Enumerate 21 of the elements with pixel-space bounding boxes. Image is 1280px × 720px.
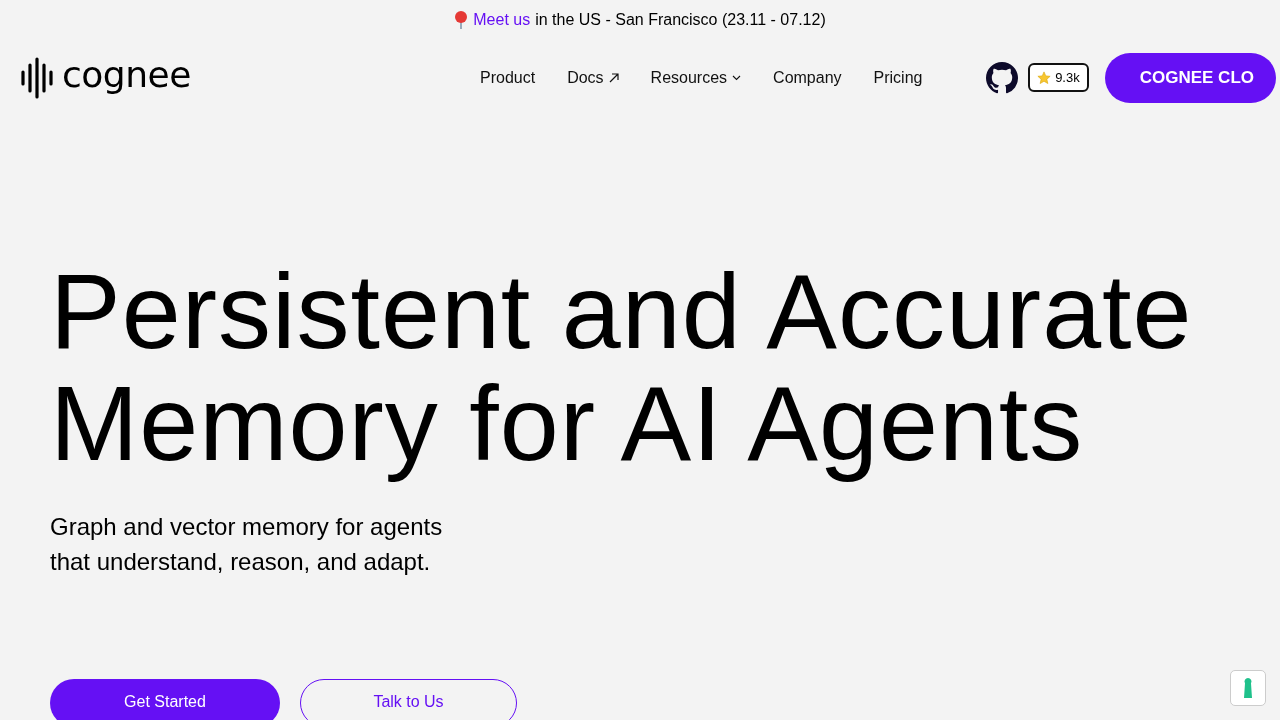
- nav-link[interactable]: Company: [773, 68, 842, 87]
- star-count: 9.3k: [1055, 70, 1080, 85]
- hero-heading: Persistent and Accurate: [50, 255, 1193, 367]
- get-started-button[interactable]: Get Started: [50, 679, 280, 720]
- logo-waveform-icon: [20, 56, 54, 99]
- meet-us-link[interactable]: Meet us: [473, 11, 531, 29]
- star-count-badge[interactable]: 9.3k: [1028, 63, 1089, 92]
- announcement-text: in the US - San Francisco (23.11 - 07.12): [535, 11, 826, 29]
- nav-link[interactable]: Docs: [567, 68, 619, 87]
- pin-icon: [454, 11, 469, 29]
- cognee-cloud-button[interactable]: COGNEE CLO: [1104, 52, 1276, 103]
- logo-wordmark: cognee: [62, 56, 191, 93]
- keyhole-icon: [1243, 678, 1253, 698]
- star-icon: [1037, 70, 1052, 85]
- github-icon[interactable]: [986, 61, 1019, 94]
- nav-link[interactable]: Product: [480, 68, 536, 87]
- chevron-down-icon: [732, 74, 742, 81]
- external-arrow-icon: [608, 72, 619, 83]
- nav-link[interactable]: Resources: [650, 68, 742, 87]
- nav-link[interactable]: Pricing: [873, 68, 923, 87]
- hero-subtitle: Graph and vector memory for agents that understand, reason, and adapt.: [50, 512, 444, 577]
